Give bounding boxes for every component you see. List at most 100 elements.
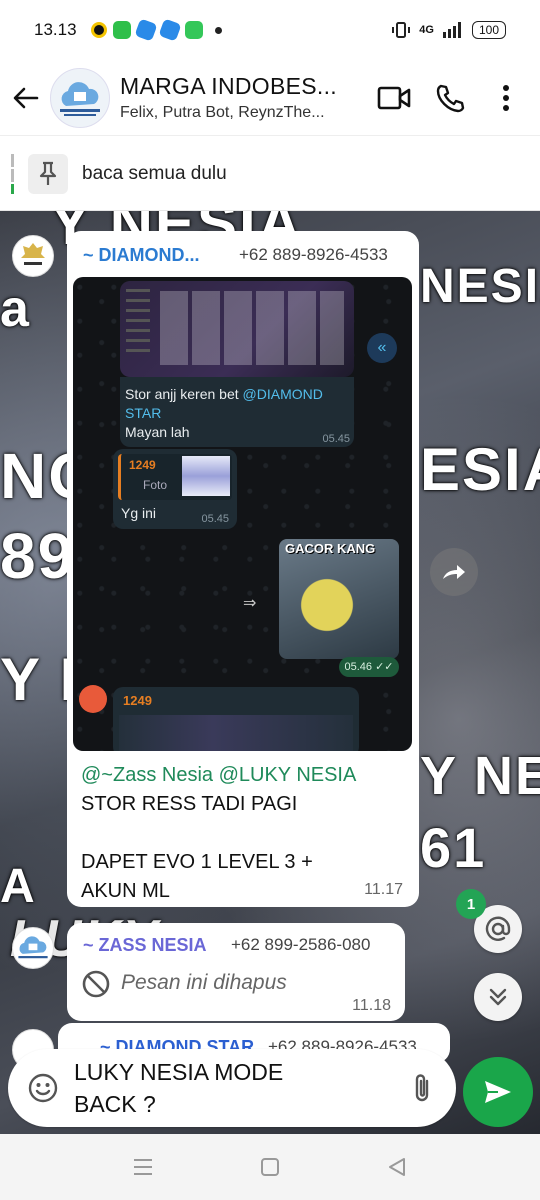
message-composer[interactable]: LUKY NESIA MODE BACK ? xyxy=(8,1049,456,1127)
system-icons: 4G 100 xyxy=(391,21,506,39)
message-caption: @~Zass Nesia @LUKY NESIA STOR RESS TADI … xyxy=(81,761,411,906)
screenshot-reply-name: 1249 xyxy=(123,693,152,708)
message-sender[interactable]: ~ DIAMOND... xyxy=(83,245,200,266)
message-input[interactable]: LUKY NESIA MODE BACK ? xyxy=(74,1056,384,1120)
pinned-indicator xyxy=(11,153,14,194)
message-bubble[interactable]: ~ DIAMOND... +62 889-8926-4533 Stor anjj… xyxy=(67,231,419,907)
menu-lines-icon xyxy=(134,1159,153,1175)
wallpaper-text: NESIA xyxy=(420,260,540,313)
video-call-button[interactable] xyxy=(366,70,422,126)
emoji-button[interactable] xyxy=(14,1059,72,1117)
screenshot-msg-text: Mayan lah xyxy=(125,424,190,440)
screenshot-msg-text: Yg ini xyxy=(121,505,157,521)
caption-line: AKUN ML xyxy=(81,880,170,902)
signal-icon xyxy=(442,22,461,38)
screenshot-message-avatar xyxy=(79,685,107,713)
wallpaper-text: 89 xyxy=(0,520,76,592)
screenshot-msg-text: Stor anjj keren bet xyxy=(125,386,239,402)
message-time: 11.17 xyxy=(364,881,403,898)
battery-indicator: 100 xyxy=(471,21,506,39)
screenshot-message: 1249 xyxy=(113,687,359,751)
pin-icon xyxy=(39,161,57,185)
message-sender[interactable]: ~ ZASS NESIA xyxy=(83,935,207,956)
at-sign-icon xyxy=(485,916,511,941)
wallpaper-text: a xyxy=(0,280,31,338)
more-vertical-icon xyxy=(503,84,509,111)
wallpaper-text: Y NES xyxy=(420,746,540,806)
notification-app-icon xyxy=(158,18,182,42)
notification-app-icon xyxy=(184,21,203,39)
screenshot-forward-icon: ⇒ xyxy=(243,595,257,612)
message-input-line: BACK ? xyxy=(74,1091,156,1117)
crest-logo-icon xyxy=(21,243,45,265)
forward-button[interactable] xyxy=(430,548,478,596)
more-options-button[interactable] xyxy=(478,70,534,126)
home-button[interactable] xyxy=(248,1145,292,1189)
message-phone: +62 889-8926-4533 xyxy=(239,245,388,264)
sender-avatar[interactable] xyxy=(12,927,54,969)
sticker-time-pill: 05.46 ✓✓ xyxy=(339,657,399,677)
notification-app-icon xyxy=(90,22,107,38)
chevron-double-down-icon xyxy=(489,988,507,1006)
sender-avatar[interactable] xyxy=(12,235,54,277)
screenshot-message: 1249 Foto Yg ini 05.45 xyxy=(113,449,237,529)
screenshot-time: 05.45 xyxy=(201,513,229,525)
group-title: MARGA INDOBES... xyxy=(120,73,337,99)
unread-mentions-badge: 1 xyxy=(456,889,486,919)
video-camera-icon xyxy=(377,86,411,109)
screenshot-game-inventory xyxy=(120,281,354,377)
group-members: Felix, Putra Bot, ReynzThe... xyxy=(120,104,325,121)
notification-app-icon xyxy=(134,18,158,42)
image-attachment[interactable]: Stor anjj keren bet @DIAMOND STAR Mayan … xyxy=(73,277,412,751)
paperclip-icon xyxy=(415,1074,429,1102)
caption-line: STOR RESS TADI PAGI xyxy=(81,793,298,815)
back-nav-button[interactable] xyxy=(375,1145,419,1189)
screenshot-time: 05.46 xyxy=(344,661,373,673)
arrow-left-icon xyxy=(13,87,39,108)
chat-title-area[interactable]: MARGA INDOBES... Felix, Putra Bot, Reynz… xyxy=(120,73,352,122)
vibrate-icon xyxy=(392,22,411,38)
screenshot-mention: @DIAMOND xyxy=(242,386,323,402)
group-avatar[interactable] xyxy=(50,67,110,128)
deleted-icon-wrap xyxy=(81,969,111,1004)
screenshot-message: Stor anjj keren bet @DIAMOND STAR Mayan … xyxy=(120,377,354,447)
chat-area[interactable]: Y NESIA NESIA a NO ESIA 89 Y N Y NES 61 … xyxy=(0,211,540,1134)
forward-icon xyxy=(443,565,465,579)
screenshot-mention: STAR xyxy=(125,405,162,421)
wallpaper-text: A xyxy=(0,860,37,913)
deleted-message-icon xyxy=(82,970,110,998)
cloud-logo-icon xyxy=(60,81,100,116)
wallpaper-text: 61 xyxy=(420,816,487,879)
screenshot-reply-name: 1249 xyxy=(129,458,156,472)
message-bubble[interactable]: ~ ZASS NESIA +62 899-2586-080 Pesan ini … xyxy=(67,923,405,1021)
pinned-message-text: baca semua dulu xyxy=(82,162,227,184)
caption-line: DAPET EVO 1 LEVEL 3 + xyxy=(81,851,313,873)
deleted-message-text: Pesan ini dihapus xyxy=(121,971,287,994)
pinned-message-bar[interactable]: baca semua dulu xyxy=(0,137,540,211)
wallpaper-text: ESIA xyxy=(420,436,540,503)
caption-mention[interactable]: @~Zass Nesia @LUKY NESIA xyxy=(81,764,356,786)
status-bar: 13.13 4G 100 xyxy=(0,0,540,60)
smiley-icon xyxy=(28,1073,58,1103)
pin-icon-box xyxy=(28,153,68,194)
notification-app-icon xyxy=(112,21,131,39)
message-input-line: LUKY NESIA MODE xyxy=(74,1059,284,1085)
triangle-back-icon xyxy=(388,1158,405,1176)
voice-call-button[interactable] xyxy=(422,70,478,126)
notification-icons xyxy=(90,18,222,42)
recent-apps-button[interactable] xyxy=(121,1145,165,1189)
system-navigation-bar xyxy=(0,1134,540,1200)
screenshot-sticker: GACOR KANG xyxy=(279,539,399,659)
screenshot-time: 05.45 xyxy=(322,433,350,445)
phone-icon xyxy=(436,84,465,112)
screenshot-reply-type: Foto xyxy=(143,478,168,492)
network-type: 4G xyxy=(419,24,434,36)
back-button[interactable] xyxy=(4,76,48,120)
message-phone: +62 899-2586-080 xyxy=(231,935,371,954)
attach-button[interactable] xyxy=(400,1066,444,1110)
send-button[interactable] xyxy=(463,1057,533,1127)
screenshot-jump-icon: « xyxy=(367,333,397,363)
status-time: 13.13 xyxy=(34,20,77,39)
scroll-to-bottom-button[interactable] xyxy=(474,973,522,1021)
send-icon xyxy=(485,1081,511,1103)
